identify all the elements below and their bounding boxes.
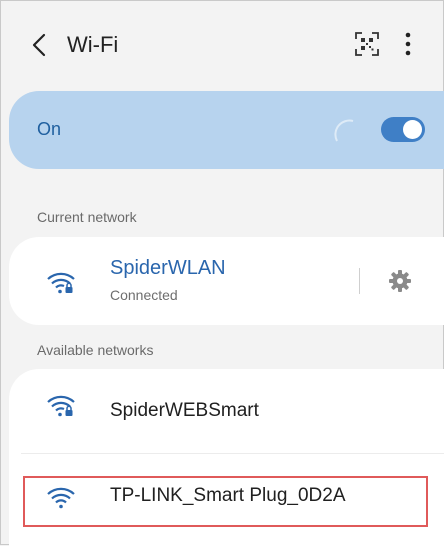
current-network-heading: Current network (37, 209, 137, 225)
app-header: Wi-Fi (1, 19, 444, 75)
current-network-name: SpiderWLAN (110, 257, 226, 279)
more-options-button[interactable] (399, 29, 417, 59)
vertical-divider (359, 268, 360, 294)
network-settings-button[interactable] (388, 269, 412, 293)
wifi-lock-icon (47, 272, 75, 294)
more-vertical-icon (405, 32, 411, 56)
current-network-row[interactable]: SpiderWLAN Connected (9, 237, 444, 325)
network-name: SpiderWEBSmart (110, 400, 259, 421)
chevron-left-icon (32, 33, 46, 57)
scanning-indicator-icon (334, 119, 354, 142)
back-button[interactable] (25, 29, 53, 61)
wifi-toggle-card[interactable]: On (9, 91, 444, 169)
wifi-state-label: On (37, 119, 62, 139)
wifi-toggle-switch[interactable] (381, 117, 425, 142)
qr-scan-icon (355, 32, 379, 56)
screen-frame: Wi-Fi On Current network SpiderWLAN Conn… (0, 0, 444, 546)
wifi-icon (47, 487, 75, 509)
page-title: Wi-Fi (67, 32, 119, 57)
gear-icon (389, 270, 411, 292)
available-networks-card: SpiderWEBSmart TP-LINK_Smart Plug_0D2A (9, 369, 444, 546)
current-network-status: Connected (110, 287, 178, 303)
network-row-tp-link-smart-plug[interactable]: TP-LINK_Smart Plug_0D2A (9, 455, 444, 539)
available-networks-heading: Available networks (37, 342, 154, 358)
network-row-spiderwebsmart[interactable]: SpiderWEBSmart (9, 369, 444, 453)
row-divider (21, 453, 444, 454)
qr-scan-button[interactable] (354, 31, 380, 57)
toggle-knob (403, 120, 422, 139)
current-network-card: SpiderWLAN Connected (9, 237, 444, 325)
network-name: TP-LINK_Smart Plug_0D2A (110, 485, 346, 506)
wifi-lock-icon (47, 395, 75, 417)
